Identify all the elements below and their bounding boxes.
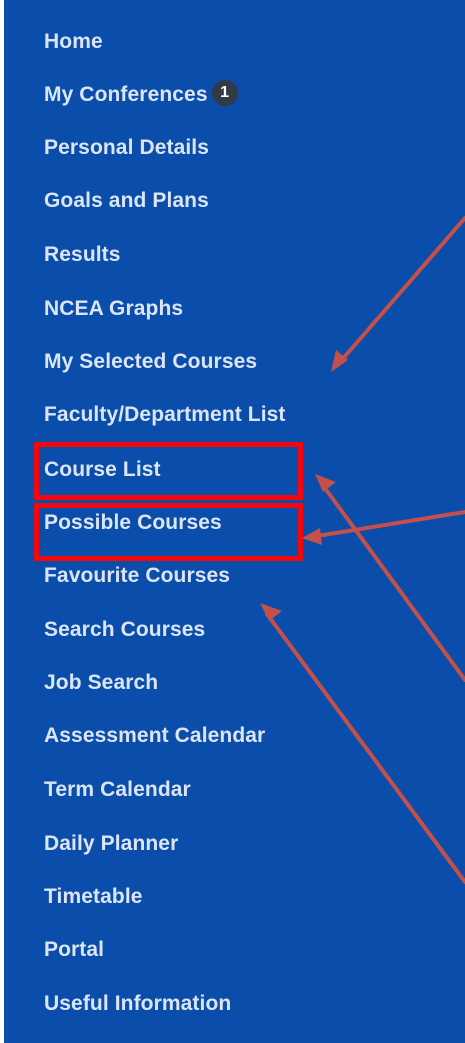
sidebar-item-home[interactable]: Home: [44, 24, 103, 60]
notification-count-badge: 1: [211, 80, 238, 107]
sidebar-item-ncea-graphs[interactable]: NCEA Graphs: [44, 291, 183, 327]
sidebar-item-favourite-courses[interactable]: Favourite Courses: [44, 558, 230, 594]
sidebar-item-term-calendar[interactable]: Term Calendar: [44, 772, 191, 808]
sidebar-item-timetable[interactable]: Timetable: [44, 879, 143, 915]
possible-courses-highlight-box: [34, 503, 303, 561]
sidebar-item-results[interactable]: Results: [44, 237, 121, 273]
sidebar-item-my-conferences[interactable]: My Conferences 1: [44, 77, 238, 113]
sidebar-item-my-selected-courses[interactable]: My Selected Courses: [44, 344, 257, 380]
sidebar-item-daily-planner[interactable]: Daily Planner: [44, 826, 178, 862]
sidebar-item-label: My Conferences: [44, 83, 208, 106]
sidebar-item-search-courses[interactable]: Search Courses: [44, 612, 205, 648]
sidebar-item-portal[interactable]: Portal: [44, 932, 104, 968]
sidebar-item-assessment-calendar[interactable]: Assessment Calendar: [44, 718, 265, 754]
sidebar-item-faculty-department-list[interactable]: Faculty/Department List: [44, 397, 286, 433]
sidebar-item-useful-information[interactable]: Useful Information: [44, 986, 231, 1022]
sidebar-item-personal-details[interactable]: Personal Details: [44, 130, 209, 166]
sidebar-item-goals-and-plans[interactable]: Goals and Plans: [44, 183, 209, 219]
course-list-highlight-box: [34, 442, 303, 500]
sidebar-item-job-search[interactable]: Job Search: [44, 665, 158, 701]
